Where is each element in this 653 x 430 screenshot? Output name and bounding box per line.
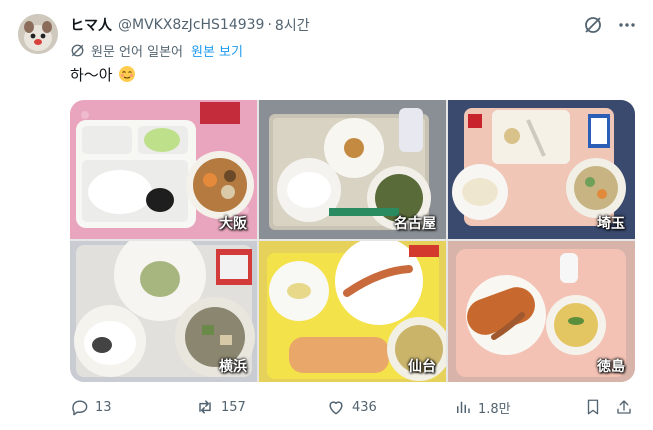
show-original-link[interactable]: 원본 보기 — [191, 41, 243, 60]
analytics-icon — [457, 401, 470, 413]
share-icon — [617, 400, 631, 414]
like-button[interactable]: 436 — [326, 393, 377, 421]
timestamp[interactable]: 8시간 — [275, 15, 310, 35]
reply-icon — [72, 399, 88, 415]
heart-icon — [329, 401, 343, 415]
city-label-saitama: 埼玉 — [597, 216, 625, 232]
repost-button[interactable]: 157 — [195, 393, 246, 421]
tweet-text: 하〜아 — [70, 64, 136, 86]
bookmark-icon — [587, 399, 599, 415]
user-handle[interactable]: @MVKX8zJcHS14939 — [118, 17, 264, 33]
photo-osaka[interactable]: 大阪 — [70, 100, 257, 239]
photo-yokohama[interactable]: 横浜 — [70, 241, 257, 382]
avatar[interactable] — [18, 14, 58, 54]
header-icons — [583, 14, 637, 36]
display-name[interactable]: ヒマ人 — [70, 15, 112, 35]
views-button[interactable]: 1.8만 — [454, 393, 511, 421]
photo-sendai[interactable]: 仙台 — [259, 241, 446, 382]
translation-note: 원문 언어 일본어 — [91, 44, 183, 60]
photo-saitama[interactable]: 埼玉 — [448, 100, 635, 239]
grok-icon[interactable] — [583, 15, 603, 35]
repost-count: 157 — [221, 399, 246, 415]
city-label-sendai: 仙台 — [408, 359, 436, 375]
tweet-header: ヒマ人 @MVKX8zJcHS14939 · 8시간 — [70, 14, 637, 36]
tweet-body: 하〜아 — [70, 66, 113, 84]
more-options-icon[interactable] — [617, 15, 637, 35]
repost-icon — [199, 400, 211, 414]
translation-row: 원문 언어 일본어 원본 보기 — [70, 40, 243, 60]
city-label-osaka: 大阪 — [219, 216, 247, 232]
photo-tokushima[interactable]: 徳島 — [448, 241, 635, 382]
share-button[interactable] — [615, 393, 639, 421]
photo-nagoya[interactable]: 名古屋 — [259, 100, 446, 239]
media-grid[interactable]: 大阪 名古屋 埼玉 横浜 仙台 徳島 — [70, 100, 635, 382]
reply-button[interactable]: 13 — [70, 393, 112, 421]
action-bar: 13 157 436 1.8만 — [70, 393, 637, 421]
bookmark-button[interactable] — [584, 393, 608, 421]
city-label-yokohama: 横浜 — [219, 359, 247, 375]
reply-count: 13 — [95, 399, 112, 415]
view-count: 1.8만 — [478, 401, 511, 417]
city-label-nagoya: 名古屋 — [394, 216, 436, 232]
like-count: 436 — [352, 399, 377, 415]
relieved-face-emoji-icon — [118, 65, 136, 83]
city-label-tokushima: 徳島 — [597, 359, 625, 375]
separator-dot: · — [267, 17, 272, 33]
translate-icon — [70, 43, 85, 58]
